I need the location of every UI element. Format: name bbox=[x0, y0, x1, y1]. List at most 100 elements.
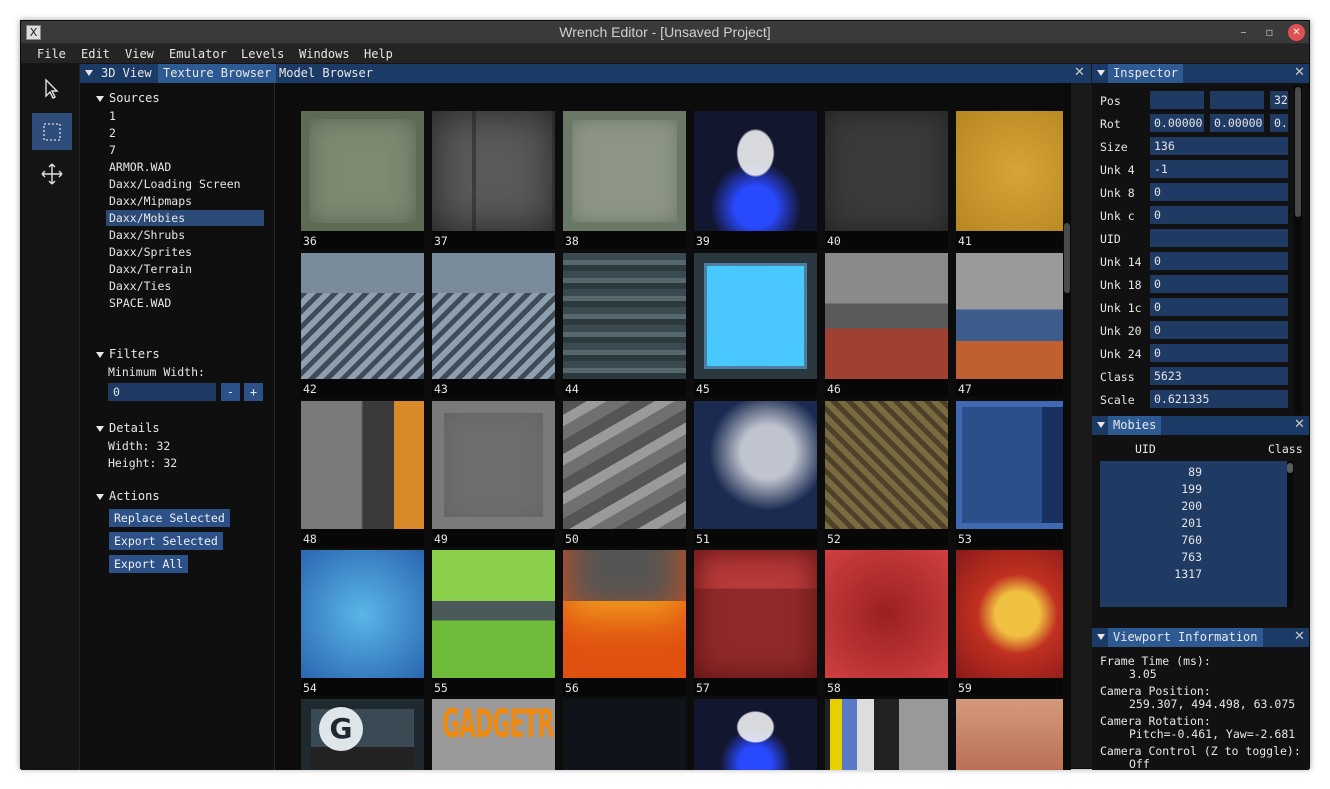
texture-tile[interactable]: 47 bbox=[956, 253, 1071, 397]
texture-thumbnail[interactable] bbox=[563, 699, 686, 770]
inspector-tab[interactable]: Inspector bbox=[1108, 64, 1184, 83]
inspector-field[interactable]: 0 bbox=[1150, 344, 1288, 362]
menu-help[interactable]: Help bbox=[364, 47, 393, 61]
inspector-field[interactable]: 0 bbox=[1150, 275, 1288, 293]
filters-heading[interactable]: Filters bbox=[109, 347, 160, 361]
mobies-scrollbar[interactable] bbox=[1287, 461, 1293, 607]
source-item[interactable]: Daxx/Mobies bbox=[106, 210, 264, 226]
actions-expand-icon[interactable] bbox=[96, 494, 104, 500]
replace-selected-button[interactable]: Replace Selected bbox=[109, 509, 230, 527]
sources-expand-icon[interactable] bbox=[96, 96, 104, 102]
inspector-collapse-icon[interactable] bbox=[1097, 70, 1105, 76]
source-item[interactable]: Daxx/Sprites bbox=[106, 244, 264, 260]
texture-tile[interactable]: 45 bbox=[694, 253, 817, 397]
mobies-collapse-icon[interactable] bbox=[1097, 422, 1105, 428]
scrollbar-thumb[interactable] bbox=[1064, 223, 1070, 293]
close-tab-icon[interactable]: ✕ bbox=[1074, 65, 1085, 80]
source-item[interactable]: SPACE.WAD bbox=[106, 295, 264, 311]
moby-row[interactable]: 1317 bbox=[1174, 567, 1202, 581]
menu-edit[interactable]: Edit bbox=[81, 47, 110, 61]
viewport-close-icon[interactable]: ✕ bbox=[1294, 629, 1305, 644]
inspector-field[interactable] bbox=[1150, 229, 1288, 247]
menu-file[interactable]: File bbox=[37, 47, 66, 61]
source-item[interactable]: 7 bbox=[106, 142, 264, 158]
texture-thumbnail[interactable] bbox=[825, 253, 948, 379]
moby-row[interactable]: 200 bbox=[1181, 499, 1202, 513]
texture-tile[interactable] bbox=[563, 699, 686, 770]
source-item[interactable]: Daxx/Mipmaps bbox=[106, 193, 264, 209]
texture-thumbnail[interactable] bbox=[563, 401, 686, 529]
inspector-field[interactable]: 0 bbox=[1150, 298, 1288, 316]
texture-thumbnail[interactable] bbox=[563, 111, 686, 231]
inspector-field[interactable]: 0 bbox=[1150, 321, 1288, 339]
inspector-field[interactable]: 136 bbox=[1150, 137, 1288, 155]
texture-tile[interactable]: 39 bbox=[694, 111, 817, 249]
menu-view[interactable]: View bbox=[125, 47, 154, 61]
source-item[interactable]: Daxx/Loading Screen bbox=[106, 176, 264, 192]
viewport-collapse-icon[interactable] bbox=[1097, 634, 1105, 640]
texture-thumbnail[interactable] bbox=[825, 401, 948, 529]
menu-levels[interactable]: Levels bbox=[241, 47, 284, 61]
texture-tile[interactable]: G bbox=[301, 699, 424, 770]
texture-grid-scrollbar[interactable] bbox=[1063, 83, 1071, 770]
texture-tile[interactable]: 50 bbox=[563, 401, 686, 547]
texture-thumbnail[interactable]: GADGETRON bbox=[432, 699, 555, 770]
mobies-tab[interactable]: Mobies bbox=[1108, 416, 1162, 435]
texture-tile[interactable]: 57 bbox=[694, 550, 817, 696]
source-item[interactable]: 1 bbox=[106, 108, 264, 124]
min-width-decrement-button[interactable]: - bbox=[221, 383, 240, 401]
inspector-field[interactable]: 0 bbox=[1150, 183, 1288, 201]
texture-thumbnail[interactable] bbox=[825, 550, 948, 678]
move-tool[interactable] bbox=[32, 155, 72, 192]
texture-tile[interactable]: 46 bbox=[825, 253, 948, 397]
texture-tile[interactable]: 51 bbox=[694, 401, 817, 547]
texture-thumbnail[interactable] bbox=[563, 550, 686, 678]
pointer-tool[interactable] bbox=[32, 70, 72, 107]
tab-model-browser[interactable]: Model Browser bbox=[274, 64, 378, 83]
export-selected-button[interactable]: Export Selected bbox=[109, 532, 223, 550]
texture-tile[interactable]: 42 bbox=[301, 253, 424, 397]
texture-tile[interactable]: 54 bbox=[301, 550, 424, 696]
texture-tile[interactable]: 38 bbox=[563, 111, 686, 249]
select-tool[interactable] bbox=[32, 113, 72, 150]
texture-tile[interactable]: GADGETRON bbox=[432, 699, 555, 770]
source-item[interactable]: ARMOR.WAD bbox=[106, 159, 264, 175]
details-expand-icon[interactable] bbox=[96, 426, 104, 432]
texture-tile[interactable]: 37 bbox=[432, 111, 555, 249]
tab-texture-browser[interactable]: Texture Browser bbox=[158, 64, 277, 83]
minimize-icon[interactable]: – bbox=[1235, 24, 1252, 41]
inspector-field[interactable]: -1 bbox=[1150, 160, 1288, 178]
export-all-button[interactable]: Export All bbox=[109, 555, 189, 573]
texture-thumbnail[interactable] bbox=[956, 401, 1071, 529]
texture-thumbnail[interactable] bbox=[301, 253, 424, 379]
collapse-icon[interactable] bbox=[85, 70, 93, 76]
actions-heading[interactable]: Actions bbox=[109, 489, 160, 503]
sources-heading[interactable]: Sources bbox=[109, 91, 160, 105]
texture-tile[interactable]: 48 bbox=[301, 401, 424, 547]
texture-thumbnail[interactable] bbox=[432, 401, 555, 529]
moby-row[interactable]: 199 bbox=[1181, 482, 1202, 496]
details-heading[interactable]: Details bbox=[109, 421, 160, 435]
texture-thumbnail[interactable] bbox=[432, 253, 555, 379]
texture-tile[interactable]: 36 bbox=[301, 111, 424, 249]
texture-thumbnail[interactable] bbox=[301, 111, 424, 231]
mobies-col-class[interactable]: Class bbox=[1268, 442, 1303, 460]
texture-tile[interactable] bbox=[694, 699, 817, 770]
source-item[interactable]: 2 bbox=[106, 125, 264, 141]
texture-thumbnail[interactable] bbox=[694, 550, 817, 678]
source-item[interactable]: Daxx/Terrain bbox=[106, 261, 264, 277]
texture-tile[interactable]: 44 bbox=[563, 253, 686, 397]
inspector-field[interactable]: 5623 bbox=[1150, 367, 1288, 385]
tab-3d-view[interactable]: 3D View bbox=[96, 64, 157, 83]
texture-thumbnail[interactable] bbox=[694, 111, 817, 231]
texture-tile[interactable]: 41 bbox=[956, 111, 1071, 249]
inspector-close-icon[interactable]: ✕ bbox=[1294, 65, 1305, 80]
source-item[interactable]: Daxx/Ties bbox=[106, 278, 264, 294]
moby-row[interactable]: 89 bbox=[1188, 465, 1202, 479]
inspector-scrollbar[interactable] bbox=[1294, 85, 1302, 415]
moby-row[interactable]: 760 bbox=[1181, 533, 1202, 547]
inspector-field[interactable]: 0 bbox=[1150, 206, 1288, 224]
mobies-col-uid[interactable]: UID bbox=[1135, 442, 1156, 460]
mobies-close-icon[interactable]: ✕ bbox=[1294, 417, 1305, 432]
texture-thumbnail[interactable] bbox=[301, 401, 424, 529]
